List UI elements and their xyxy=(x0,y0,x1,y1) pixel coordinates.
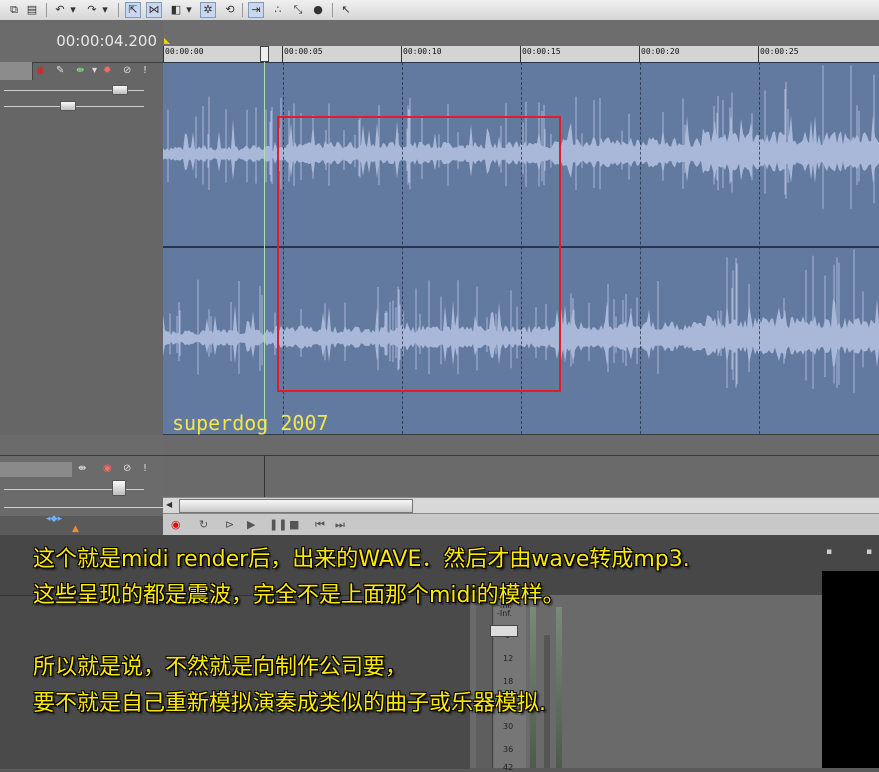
ruler-label: 00:00:15 xyxy=(522,47,561,56)
snapping-icon[interactable]: ✲ xyxy=(200,2,216,18)
toolbar-separator xyxy=(46,3,47,17)
copy-icon[interactable]: ⧉ xyxy=(6,2,22,18)
velocity-handle-icon[interactable]: ◂◆▸ xyxy=(46,513,62,525)
ruler-label: 00:00:00 xyxy=(165,47,204,56)
meter-label: 36 xyxy=(503,745,514,754)
auto-crossfade-icon[interactable]: ◧ xyxy=(168,2,184,18)
solo-icon[interactable]: ! xyxy=(143,65,147,77)
track2-mute-icon[interactable]: ⊘ xyxy=(123,463,131,475)
master-bus-panel: -Inf. -Inf. 6 12 18 24 30 36 42 xyxy=(470,595,822,772)
lock-icon[interactable]: ⇥ xyxy=(248,2,264,18)
fx-dropdown-icon[interactable]: ▾ xyxy=(92,65,97,77)
track-lane-footer xyxy=(163,434,879,456)
stop-icon[interactable]: ■ xyxy=(289,518,299,532)
scroll-left-icon[interactable]: ◀ xyxy=(166,500,172,509)
automation-icon[interactable]: ✹ xyxy=(103,65,111,77)
pan-slider-thumb[interactable] xyxy=(60,101,76,111)
toolbar-separator xyxy=(242,3,243,17)
redo-icon[interactable]: ↷ xyxy=(84,2,100,18)
caption-line: 这些呈现的都是震波，完全不是上面那个midi的模样。 xyxy=(33,583,565,608)
caption-line: 要不就是自己重新模拟演奏成类似的曲子或乐器模拟. xyxy=(33,691,546,716)
track2-record-icon[interactable]: ◉ xyxy=(103,463,112,475)
normal-edit-tool-icon[interactable]: ⇱ xyxy=(125,2,141,18)
dot-icon[interactable]: ● xyxy=(310,2,326,18)
pen-icon[interactable]: ✎ xyxy=(56,65,64,77)
record-icon[interactable]: ◉ xyxy=(171,518,181,532)
scrollbar-thumb[interactable] xyxy=(179,499,413,513)
loop-start-marker-icon[interactable]: ◣ xyxy=(164,37,170,45)
help-icon[interactable]: ↖ xyxy=(338,2,354,18)
track2-solo-icon[interactable]: ! xyxy=(143,463,147,475)
time-ruler[interactable]: 00:00:00 00:00:05 00:00:10 00:00:15 00:0… xyxy=(163,46,879,63)
ruler-label: 00:00:05 xyxy=(284,47,323,56)
second-track-lane[interactable] xyxy=(163,455,879,498)
marker-icon[interactable]: ∴ xyxy=(270,2,286,18)
crossfade-dropdown-icon[interactable]: ▾ xyxy=(184,2,194,18)
cursor-line-track2 xyxy=(264,455,265,497)
ruler-label: 00:00:20 xyxy=(641,47,680,56)
loop-icon[interactable]: ↻ xyxy=(199,518,208,532)
meter-label: 12 xyxy=(503,654,514,663)
second-track-tab[interactable] xyxy=(0,462,72,477)
next-frame-icon[interactable]: ⏭ xyxy=(335,518,345,532)
track2-volume-thumb[interactable] xyxy=(112,480,126,496)
window-control-icon-2[interactable]: ▪ xyxy=(866,547,872,557)
edit-cursor-line xyxy=(264,62,265,454)
bus-fader-strip[interactable] xyxy=(476,595,493,768)
meter-label: -Inf. xyxy=(497,609,513,618)
ripple-icon[interactable]: ⟲ xyxy=(222,2,238,18)
prev-frame-icon[interactable]: ⏮ xyxy=(315,518,325,532)
paste-icon[interactable]: ▤ xyxy=(24,2,40,18)
play-from-start-icon[interactable]: ⊳ xyxy=(225,518,234,532)
window-control-icon[interactable]: ▪ xyxy=(826,547,832,557)
video-preview-area xyxy=(822,571,879,768)
toolbar-separator xyxy=(118,3,119,17)
undo-icon[interactable]: ↶ xyxy=(52,2,68,18)
track2-pan-track xyxy=(4,507,164,508)
highlight-box xyxy=(277,116,561,392)
mute-icon[interactable]: ⊘ xyxy=(123,65,131,77)
track-number-tab[interactable] xyxy=(0,62,33,80)
volume-slider-thumb[interactable] xyxy=(112,85,128,95)
timecode-area: 00:00:04.200 xyxy=(0,20,163,62)
timecode-display: 00:00:04.200 xyxy=(56,32,157,50)
playhead-handle[interactable] xyxy=(260,46,269,62)
caption-line: 所以就是说，不然就是向制作公司要， xyxy=(33,655,408,680)
fx-icon[interactable]: ⇼ xyxy=(76,65,84,77)
marker-arrow-icon: ▲ xyxy=(72,524,79,534)
meter-label: 30 xyxy=(503,722,514,731)
fader-thumb[interactable] xyxy=(490,625,518,637)
author-credit: superdog 2007 xyxy=(172,411,329,435)
redo-dropdown-icon[interactable]: ▾ xyxy=(100,2,110,18)
meter-scale-column: -Inf. -Inf. 6 12 18 24 30 36 42 xyxy=(494,595,526,772)
ruler-label: 00:00:25 xyxy=(760,47,799,56)
grid-line xyxy=(759,62,761,434)
explorer-window xyxy=(0,595,470,769)
transport-bar: ◉ ↻ ⊳ ▶ ❚❚ ■ ⏮ ⏭ xyxy=(163,513,879,536)
grid-line xyxy=(640,62,642,434)
track2-fx-icon[interactable]: ⇼ xyxy=(78,463,86,475)
pause-icon[interactable]: ❚❚ xyxy=(269,518,287,532)
meter-bar-right xyxy=(556,607,562,768)
toolbar-separator xyxy=(332,3,333,17)
play-icon[interactable]: ▶ xyxy=(247,518,255,532)
zoom-icon[interactable]: ⤡ xyxy=(290,2,306,18)
envelope-tool-icon[interactable]: ⋈ xyxy=(146,2,162,18)
audio-track-header[interactable] xyxy=(0,62,163,435)
ruler-label: 00:00:10 xyxy=(403,47,442,56)
arm-record-icon[interactable]: ◉ xyxy=(36,65,45,77)
undo-dropdown-icon[interactable]: ▾ xyxy=(68,2,78,18)
caption-line: 这个就是midi render后，出来的WAVE．然后才由wave转成mp3. xyxy=(33,547,690,572)
main-toolbar: ⧉ ▤ ↶ ▾ ↷ ▾ ⇱ ⋈ ◧ ▾ ✲ ⟲ ⇥ ∴ ⤡ ● ↖ xyxy=(0,0,879,21)
